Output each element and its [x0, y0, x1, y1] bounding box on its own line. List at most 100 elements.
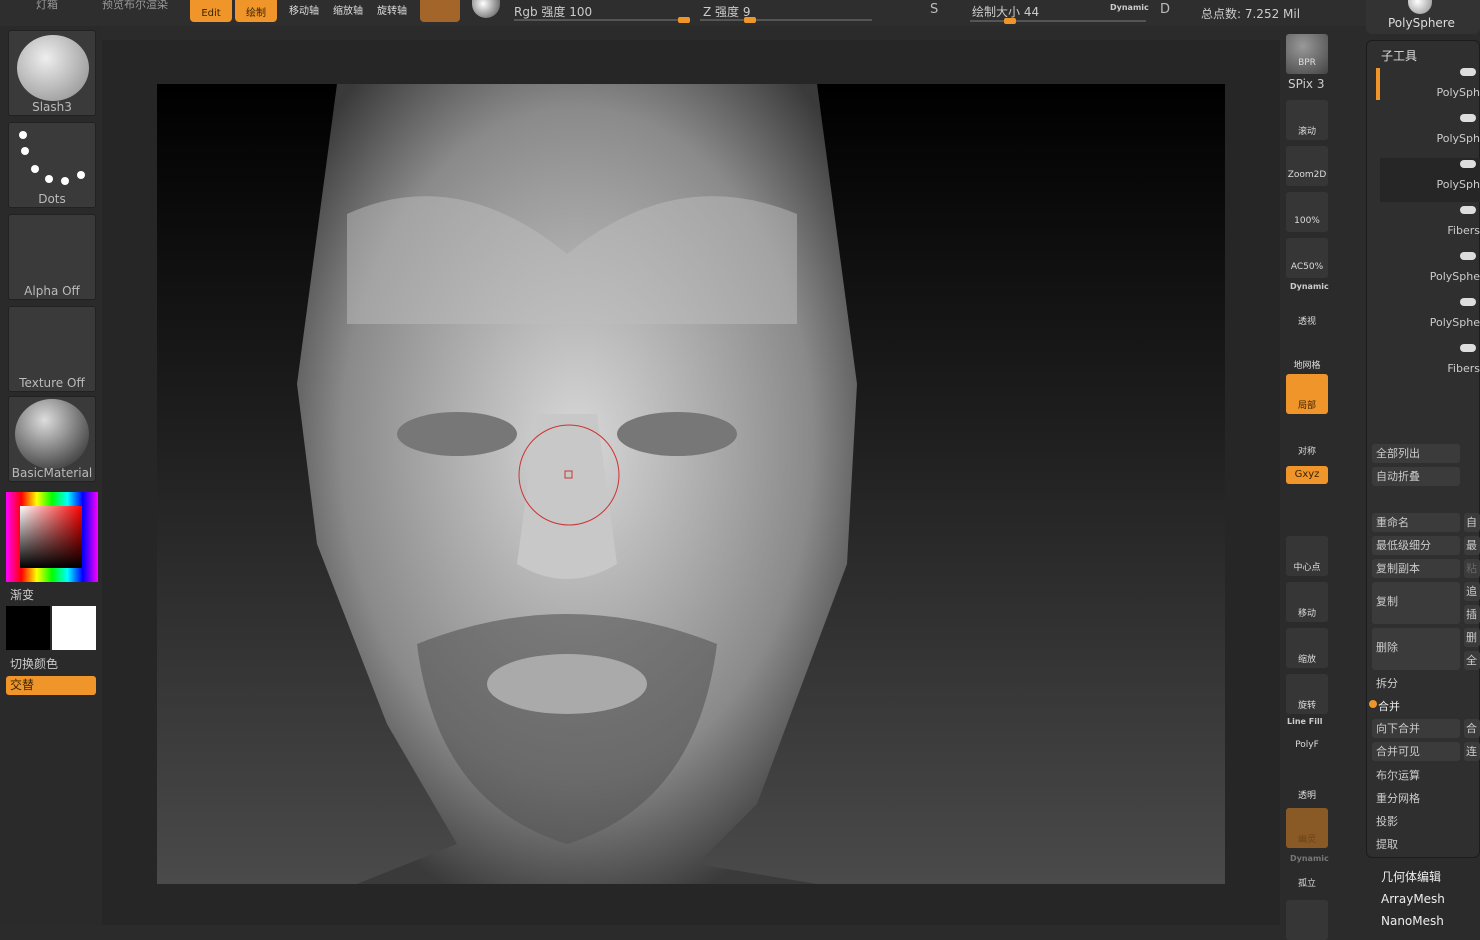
extract-section[interactable]: 提取 — [1376, 836, 1398, 852]
transparent-button[interactable]: 透明 — [1286, 764, 1328, 804]
document-viewport[interactable] — [157, 84, 1225, 884]
highest-subdiv-button[interactable]: 最 — [1464, 536, 1480, 555]
auto-reorder-button[interactable]: 自 — [1464, 513, 1480, 532]
symmetry-button[interactable]: 对称 — [1286, 420, 1328, 460]
move-axis-button[interactable]: 移动轴 — [284, 0, 324, 22]
polyf-button[interactable]: PolyF — [1286, 716, 1328, 756]
rotate-button[interactable]: 旋转 — [1286, 674, 1328, 714]
material-swatch-button[interactable] — [420, 0, 460, 22]
material-selector[interactable]: BasicMaterial — [8, 396, 96, 482]
head-model — [297, 84, 857, 884]
subtool-item[interactable]: Fibers — [1380, 342, 1480, 386]
brush-label: Slash3 — [32, 100, 72, 114]
delete-other-button[interactable]: 删 — [1464, 628, 1480, 647]
dynamic-toggle[interactable]: Dynamic — [1110, 3, 1149, 12]
perspective-button[interactable]: 透视 — [1286, 290, 1328, 330]
polysphere-icon — [1408, 0, 1432, 14]
scale-button[interactable]: 缩放 — [1286, 628, 1328, 668]
merge-section[interactable]: 合并 — [1378, 698, 1400, 714]
move-button[interactable]: 移动 — [1286, 582, 1328, 622]
material-label: BasicMaterial — [11, 466, 93, 480]
draw-size-slider[interactable] — [970, 20, 1146, 22]
zoom2d-button[interactable]: Zoom2D — [1286, 146, 1328, 186]
floor-button[interactable]: 地网格 — [1286, 334, 1328, 374]
copy-button[interactable]: 复制 — [1372, 582, 1460, 624]
append-button[interactable]: 追 — [1464, 582, 1480, 601]
split-section[interactable]: 拆分 — [1376, 675, 1398, 691]
paste-button[interactable]: 粘 — [1464, 559, 1480, 578]
s-dial-icon[interactable]: S — [930, 2, 938, 17]
draw-button[interactable]: 绘制 — [235, 0, 277, 22]
center-button[interactable]: 中心点 — [1286, 536, 1328, 576]
subtool-item-selected[interactable]: PolySph — [1380, 158, 1480, 202]
stroke-selector[interactable]: Dots — [8, 122, 96, 208]
brush-icon — [17, 35, 89, 101]
rgb-intensity-slider[interactable] — [514, 19, 690, 21]
arraymesh-section[interactable]: ArrayMesh — [1381, 892, 1445, 906]
rgb-intensity-label: Rgb 强度 100 — [514, 5, 593, 19]
subtool-item[interactable]: Fibers — [1380, 204, 1480, 248]
material-sphere-icon — [15, 399, 89, 469]
scale-axis-button[interactable]: 缩放轴 — [328, 0, 368, 22]
subtool-item[interactable]: PolySphe — [1380, 250, 1480, 294]
merge-indicator-icon — [1369, 700, 1377, 708]
main-color-swatch[interactable] — [6, 606, 50, 650]
tool-name: PolySphere — [1388, 16, 1455, 30]
local-button[interactable]: 局部 — [1286, 374, 1328, 414]
secondary-color-swatch[interactable] — [52, 606, 96, 650]
texture-selector[interactable]: Texture Off — [8, 306, 96, 392]
alternate-button[interactable]: 交替 — [6, 676, 96, 695]
total-points: 总点数: 7.252 Mil — [1201, 7, 1301, 21]
rename-button[interactable]: 重命名 — [1372, 513, 1460, 532]
weld-toggle[interactable]: 连 — [1464, 742, 1480, 761]
insert-button[interactable]: 插 — [1464, 605, 1480, 624]
subtool-item[interactable]: PolySph — [1380, 112, 1480, 156]
ghost-button[interactable]: 幽灵 — [1286, 808, 1328, 848]
edit-button[interactable]: Edit — [190, 0, 232, 22]
rgb-slider-knob[interactable] — [678, 17, 690, 23]
subtool-item[interactable]: PolySph — [1380, 66, 1480, 110]
alpha-selector[interactable]: Alpha Off — [8, 214, 96, 300]
subtool-item[interactable]: PolySphe — [1380, 296, 1480, 340]
delete-all-button[interactable]: 全 — [1464, 651, 1480, 670]
spix-slider[interactable]: SPix 3 — [1288, 77, 1324, 91]
draw-size-knob[interactable] — [1004, 18, 1016, 24]
geometry-edit-section[interactable]: 几何体编辑 — [1381, 868, 1441, 885]
merge-visible-button[interactable]: 合并可见 — [1372, 742, 1460, 761]
subtool-title[interactable]: 子工具 — [1381, 47, 1417, 64]
list-all-button[interactable]: 全部列出 — [1372, 444, 1460, 463]
rotate-axis-button[interactable]: 旋转轴 — [372, 0, 412, 22]
color-sphere-icon[interactable] — [472, 0, 500, 18]
merge-similar-button[interactable]: 合 — [1464, 719, 1480, 738]
gradient-toggle[interactable]: 渐变 — [10, 586, 34, 603]
brush-selector[interactable]: Slash3 — [8, 30, 96, 116]
boolean-section[interactable]: 布尔运算 — [1376, 767, 1420, 783]
auto-collapse-button[interactable]: 自动折叠 — [1372, 467, 1460, 486]
actual-size-button[interactable]: 100% — [1286, 192, 1328, 232]
color-square[interactable] — [20, 506, 82, 568]
d-dial-icon[interactable]: D — [1160, 2, 1170, 17]
lightbox-button[interactable]: 灯箱 — [36, 0, 58, 12]
left-shelf: Slash3 Dots Alpha Off Texture Off BasicM… — [0, 26, 102, 925]
bpr-button[interactable]: BPR — [1286, 34, 1328, 74]
duplicate-button[interactable]: 复制副本 — [1372, 559, 1460, 578]
current-tool-thumb[interactable]: PolySphere — [1366, 0, 1480, 34]
stroke-label: Dots — [38, 192, 66, 206]
project-section[interactable]: 投影 — [1376, 813, 1398, 829]
color-picker[interactable] — [6, 492, 98, 582]
lowest-subdiv-button[interactable]: 最低级细分 — [1372, 536, 1460, 555]
solo-button[interactable]: 孤立 — [1286, 852, 1328, 892]
remesh-section[interactable]: 重分网格 — [1376, 790, 1420, 806]
frame-button[interactable] — [1286, 900, 1328, 940]
preview-bool-button[interactable]: 预览布尔渲染 — [102, 0, 168, 12]
scroll-button[interactable]: 滚动 — [1286, 100, 1328, 140]
z-intensity-slider[interactable] — [700, 19, 872, 21]
xyz-button[interactable]: Gxyz — [1286, 466, 1328, 484]
top-toolbar: 灯箱 预览布尔渲染 Edit 绘制 移动轴 缩放轴 旋转轴 Rgb 强度 100… — [0, 0, 1480, 34]
z-slider-knob[interactable] — [744, 17, 756, 23]
ac50-button[interactable]: AC50% — [1286, 238, 1328, 278]
merge-down-button[interactable]: 向下合并 — [1372, 719, 1460, 738]
switch-color-button[interactable]: 切换颜色 — [10, 655, 58, 672]
nanomesh-section[interactable]: NanoMesh — [1381, 914, 1444, 928]
delete-button[interactable]: 删除 — [1372, 628, 1460, 670]
